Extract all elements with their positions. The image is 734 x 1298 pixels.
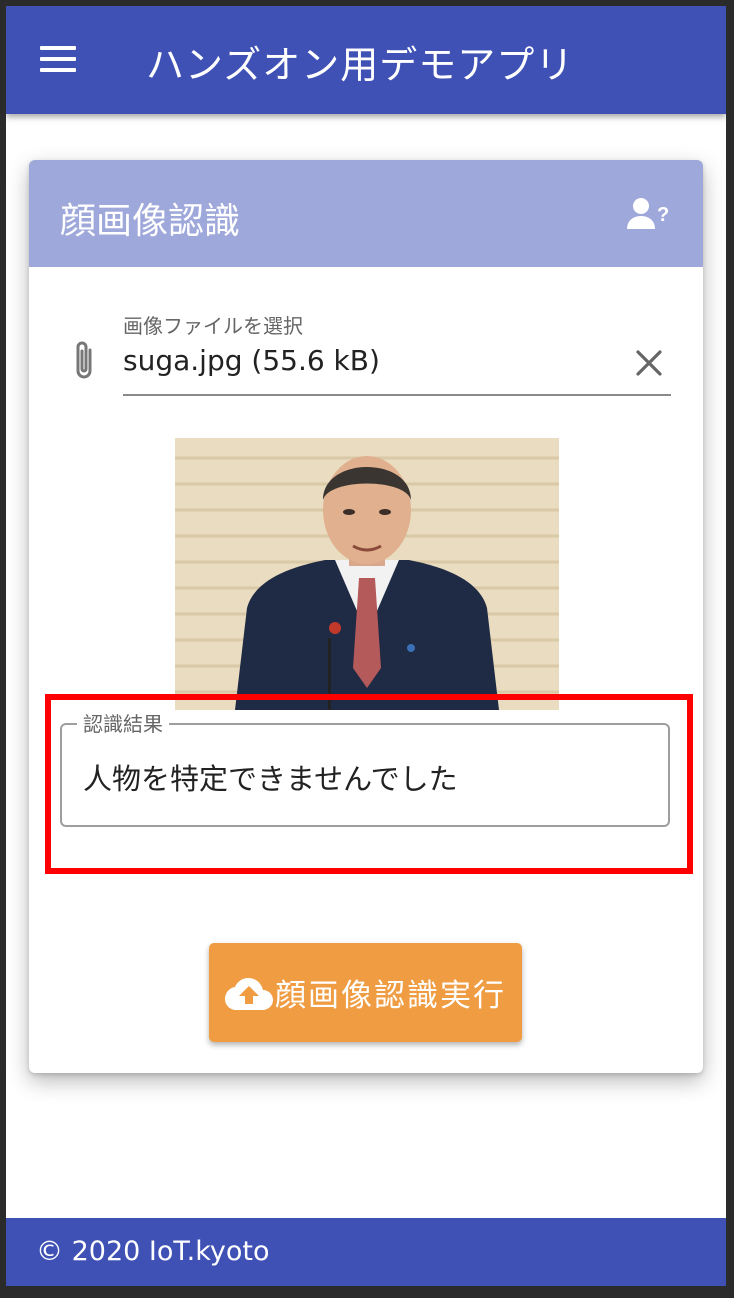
- app-bar: ハンズオン用デモアプリ: [6, 6, 726, 114]
- hamburger-menu-icon[interactable]: [40, 46, 76, 72]
- paperclip-icon[interactable]: [69, 338, 99, 384]
- face-recognition-card: 顔画像認識 ? 画像ファイルを選択 suga.jpg (55.6 kB) 認識結…: [29, 160, 703, 1073]
- uploaded-photo: [175, 438, 559, 710]
- svg-text:?: ?: [657, 204, 669, 226]
- file-input-underline: [123, 394, 671, 396]
- footer: © 2020 IoT.kyoto: [6, 1218, 726, 1286]
- app-frame: ハンズオン用デモアプリ 顔画像認識 ? 画像ファイルを選択 suga.jpg (…: [6, 6, 726, 1286]
- run-recognition-label: 顔画像認識実行: [275, 978, 506, 1014]
- close-icon[interactable]: [634, 348, 664, 378]
- file-input-value[interactable]: suga.jpg (55.6 kB): [123, 344, 380, 377]
- red-highlight-annotation: [45, 694, 693, 874]
- card-title: 顔画像認識: [60, 201, 241, 242]
- person-question-icon[interactable]: ?: [626, 196, 672, 232]
- card-header: 顔画像認識 ?: [29, 160, 703, 267]
- run-recognition-button[interactable]: 顔画像認識実行: [209, 943, 522, 1042]
- file-input-label: 画像ファイルを選択: [123, 314, 303, 338]
- copyright-text: © 2020 IoT.kyoto: [36, 1236, 270, 1267]
- app-title: ハンズオン用デモアプリ: [146, 43, 575, 87]
- cloud-upload-icon: [225, 977, 273, 1010]
